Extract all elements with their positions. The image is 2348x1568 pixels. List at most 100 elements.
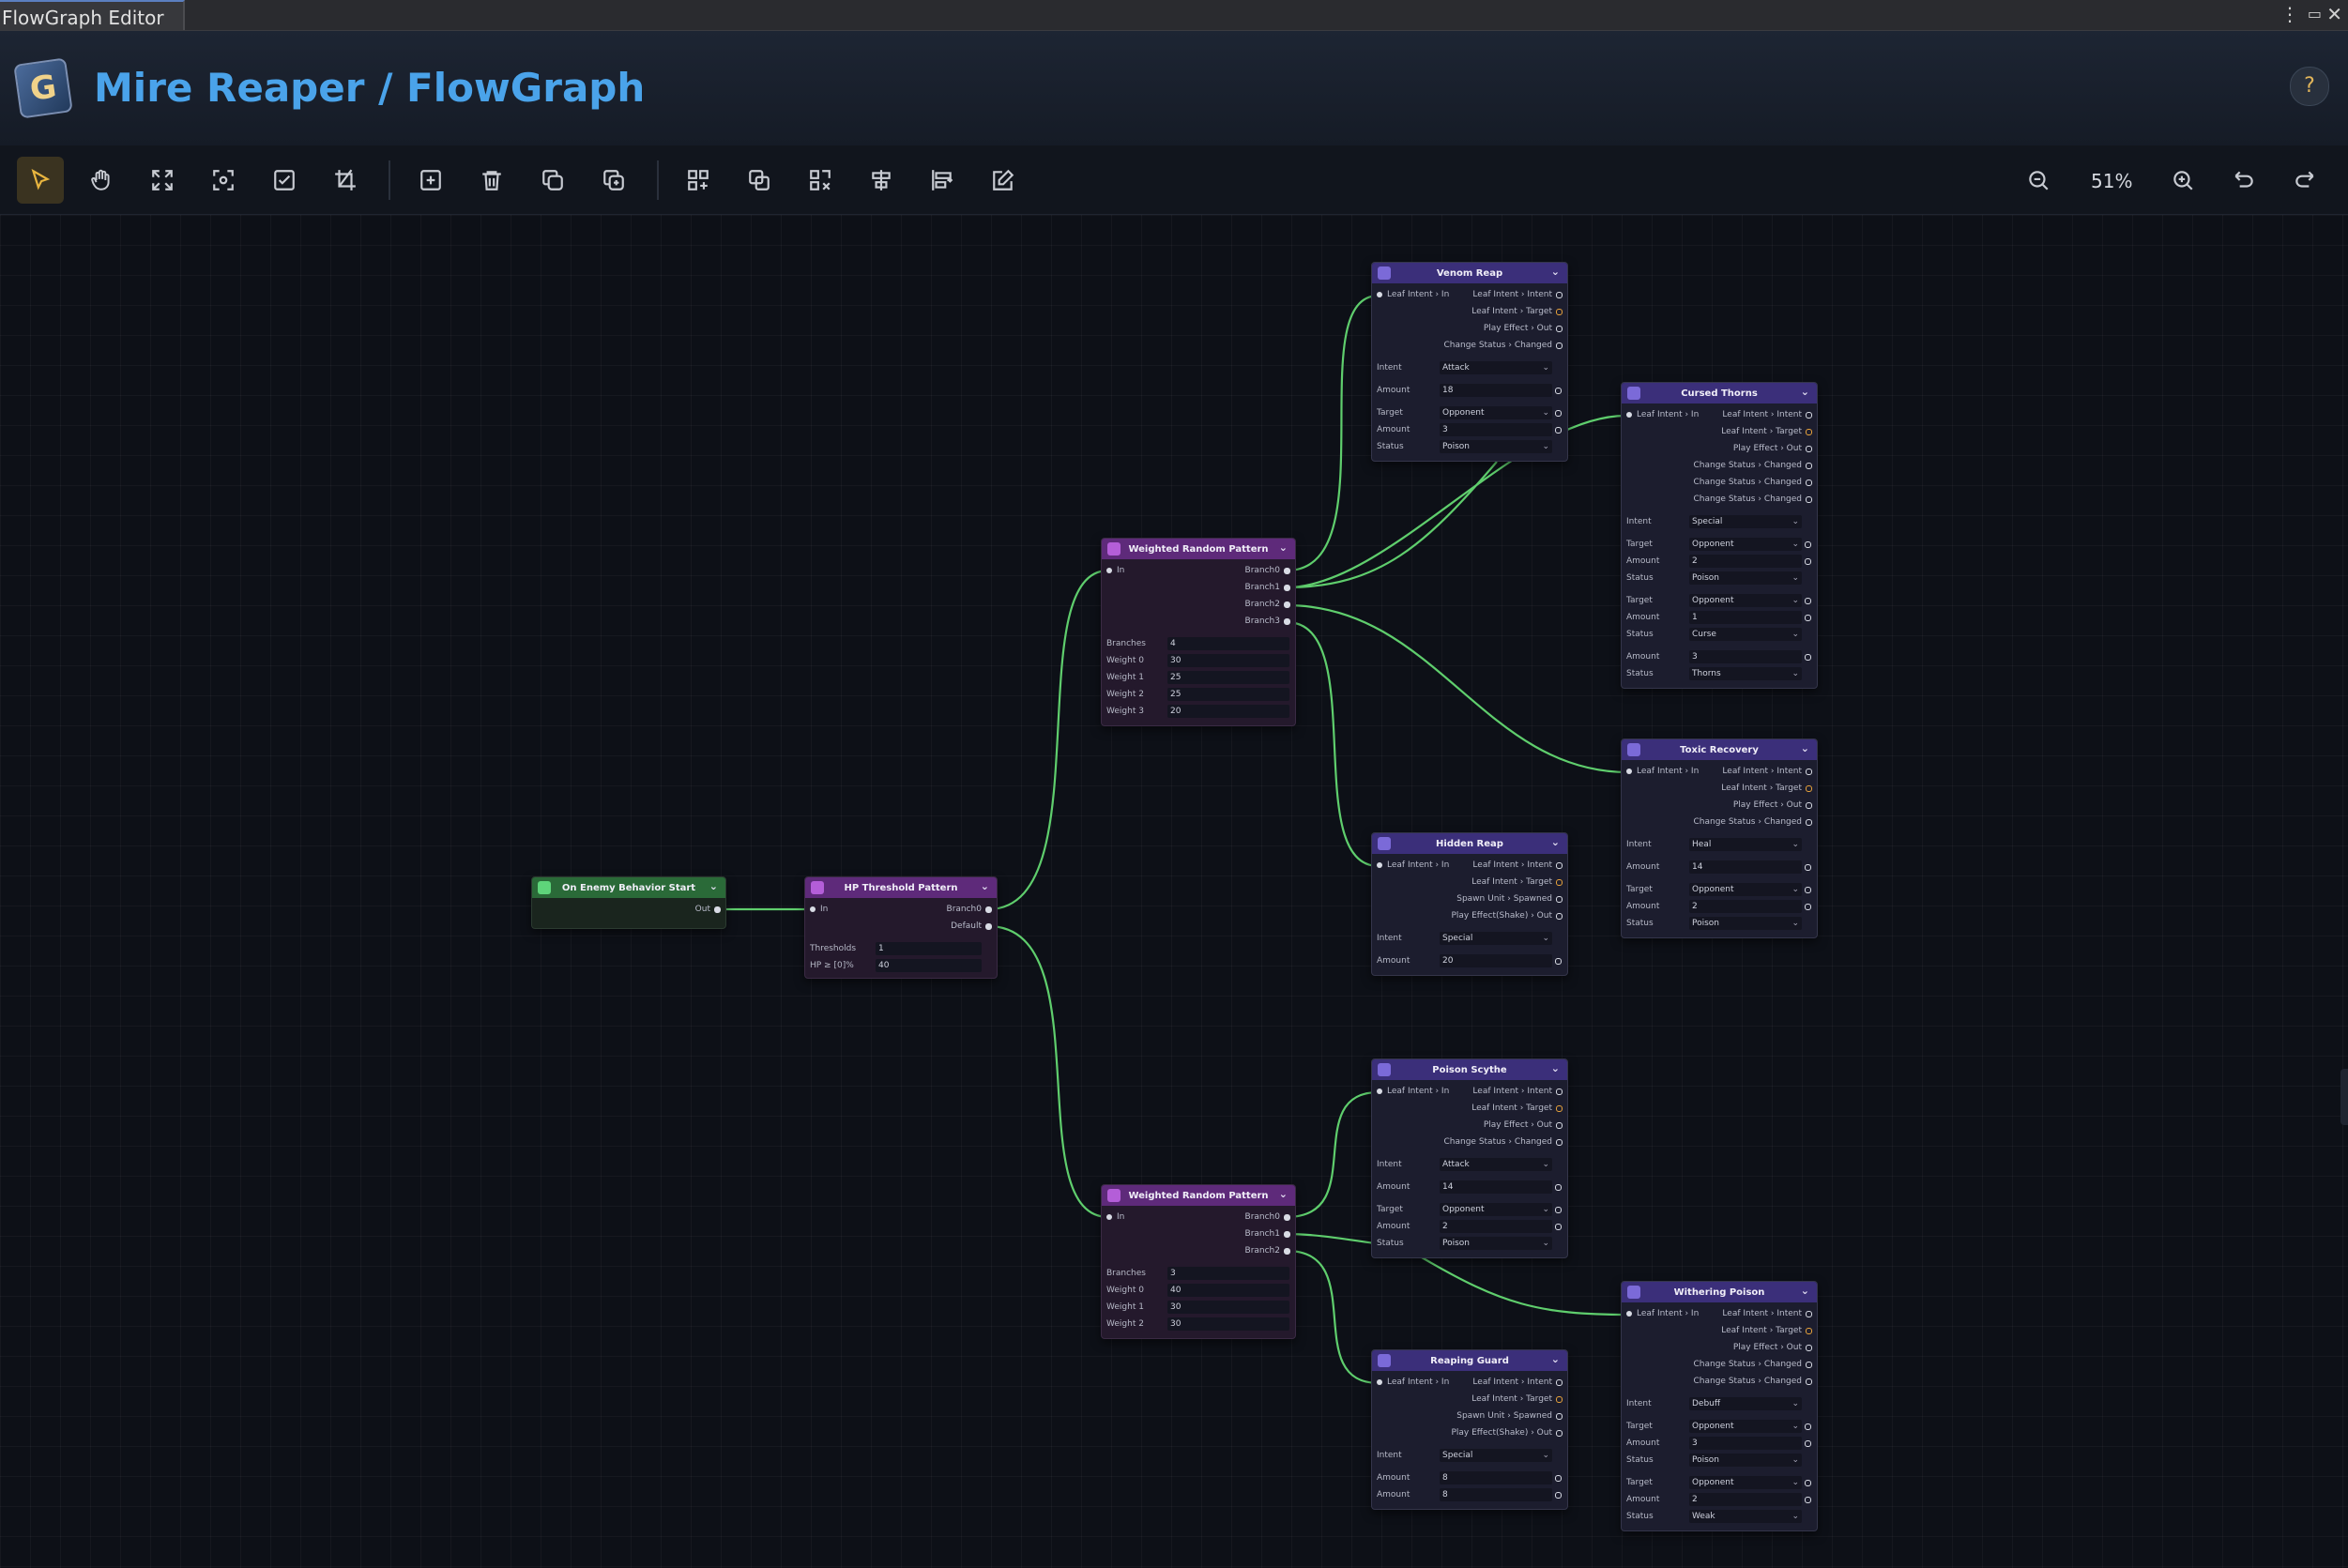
node-header[interactable]: Cursed Thorns ⌄ xyxy=(1622,383,1817,403)
field-pin[interactable] xyxy=(1805,1423,1811,1430)
crop-button[interactable] xyxy=(322,157,369,204)
chevron-down-icon[interactable]: ⌄ xyxy=(1551,1353,1560,1365)
node-header[interactable]: Weighted Random Pattern ⌄ xyxy=(1102,539,1295,559)
output-pin[interactable] xyxy=(1556,292,1563,298)
field-value[interactable]: Opponent ⌄ xyxy=(1689,1476,1802,1489)
redo-button[interactable] xyxy=(2281,157,2328,204)
chevron-down-icon[interactable]: ⌄ xyxy=(1551,1062,1560,1074)
select-all-button[interactable] xyxy=(261,157,308,204)
chevron-down-icon[interactable]: ⌄ xyxy=(1279,1188,1288,1200)
field-value[interactable]: Thorns ⌄ xyxy=(1689,667,1802,680)
maximize-icon[interactable]: ▭ xyxy=(2308,5,2322,23)
field-pin[interactable] xyxy=(1805,1480,1811,1486)
node-header[interactable]: On Enemy Behavior Start ⌄ xyxy=(532,877,725,898)
field-value[interactable]: 40 xyxy=(1167,1284,1289,1297)
field-value[interactable]: 3 xyxy=(1689,650,1802,663)
input-pin[interactable] xyxy=(1377,862,1382,868)
field-value[interactable]: Debuff ⌄ xyxy=(1689,1397,1802,1410)
output-pin[interactable] xyxy=(1806,802,1812,809)
output-pin[interactable] xyxy=(1556,1088,1563,1095)
node-weighted-random-pattern-2[interactable]: Weighted Random Pattern ⌄ In Branch0 Branch1… xyxy=(1101,1184,1296,1339)
edit-button[interactable] xyxy=(980,157,1027,204)
field-value[interactable]: Poison ⌄ xyxy=(1689,917,1802,930)
output-pin[interactable] xyxy=(1556,1139,1563,1146)
select-tool-button[interactable] xyxy=(17,157,64,204)
field-value[interactable]: Special ⌄ xyxy=(1689,515,1802,528)
chevron-down-icon[interactable]: ⌄ xyxy=(1801,742,1809,754)
node-poison-scythe[interactable]: Poison Scythe ⌄ Leaf Intent › In Leaf Inten… xyxy=(1371,1058,1568,1258)
zoom-in-button[interactable] xyxy=(2159,157,2206,204)
field-pin[interactable] xyxy=(1805,904,1811,910)
output-pin[interactable] xyxy=(1556,309,1563,315)
field-value[interactable]: Opponent ⌄ xyxy=(1689,883,1802,896)
output-pin[interactable] xyxy=(1284,1214,1290,1221)
output-pin[interactable] xyxy=(1556,326,1563,332)
delete-button[interactable] xyxy=(468,157,515,204)
output-pin[interactable] xyxy=(1806,1378,1812,1385)
focus-selection-button[interactable] xyxy=(200,157,247,204)
field-value[interactable]: 2 xyxy=(1440,1220,1552,1233)
field-value[interactable]: 2 xyxy=(1689,900,1802,913)
node-header[interactable]: Withering Poison ⌄ xyxy=(1622,1282,1817,1302)
node-toxic-recovery[interactable]: Toxic Recovery ⌄ Leaf Intent › In Leaf Inte… xyxy=(1621,738,1818,938)
chevron-down-icon[interactable]: ⌄ xyxy=(1551,266,1560,278)
input-pin[interactable] xyxy=(1626,412,1632,418)
output-pin[interactable] xyxy=(1806,446,1812,452)
field-value[interactable]: 14 xyxy=(1440,1180,1552,1194)
field-pin[interactable] xyxy=(1805,887,1811,893)
input-pin[interactable] xyxy=(1106,568,1112,573)
output-pin[interactable] xyxy=(1806,819,1812,826)
field-value[interactable]: Opponent ⌄ xyxy=(1689,538,1802,551)
output-pin[interactable] xyxy=(1806,1311,1812,1317)
output-pin[interactable] xyxy=(1806,496,1812,503)
chevron-down-icon[interactable]: ⌄ xyxy=(981,880,989,892)
field-pin[interactable] xyxy=(1555,1224,1562,1230)
chevron-down-icon[interactable]: ⌄ xyxy=(709,880,718,892)
output-pin[interactable] xyxy=(1556,862,1563,869)
node-header[interactable]: Hidden Reap ⌄ xyxy=(1372,833,1567,854)
field-value[interactable]: 3 xyxy=(1689,1437,1802,1450)
output-pin[interactable] xyxy=(1806,1328,1812,1334)
add-node-button[interactable] xyxy=(407,157,454,204)
field-value[interactable]: 25 xyxy=(1167,671,1289,684)
field-pin[interactable] xyxy=(1555,427,1562,434)
input-pin[interactable] xyxy=(1106,1214,1112,1220)
input-pin[interactable] xyxy=(1626,769,1632,774)
output-pin[interactable] xyxy=(1806,429,1812,435)
node-withering-poison[interactable]: Withering Poison ⌄ Leaf Intent › In Leaf In… xyxy=(1621,1281,1818,1531)
output-pin[interactable] xyxy=(985,906,992,913)
output-pin[interactable] xyxy=(1806,463,1812,469)
field-value[interactable]: Special ⌄ xyxy=(1440,1449,1552,1462)
field-pin[interactable] xyxy=(1805,864,1811,871)
field-pin[interactable] xyxy=(1805,541,1811,548)
input-pin[interactable] xyxy=(810,906,816,912)
field-value[interactable]: 3 xyxy=(1167,1267,1289,1280)
field-value[interactable]: Curse ⌄ xyxy=(1689,628,1802,641)
field-pin[interactable] xyxy=(1805,1497,1811,1503)
output-pin[interactable] xyxy=(1806,1345,1812,1351)
merge-button[interactable] xyxy=(736,157,783,204)
field-value[interactable]: 30 xyxy=(1167,1301,1289,1314)
input-pin[interactable] xyxy=(1626,1311,1632,1317)
field-value[interactable]: 1 xyxy=(876,942,982,955)
field-pin[interactable] xyxy=(1555,1475,1562,1482)
distribute-button[interactable] xyxy=(919,157,966,204)
field-pin[interactable] xyxy=(1805,615,1811,621)
field-value[interactable]: 30 xyxy=(1167,1317,1289,1331)
field-value[interactable]: 18 xyxy=(1440,384,1552,397)
output-pin[interactable] xyxy=(1556,1396,1563,1403)
field-value[interactable]: Heal ⌄ xyxy=(1689,838,1802,851)
output-pin[interactable] xyxy=(1806,412,1812,419)
field-value[interactable]: 1 xyxy=(1689,611,1802,624)
ungroup-button[interactable] xyxy=(797,157,844,204)
field-pin[interactable] xyxy=(1805,598,1811,604)
field-value[interactable]: Poison ⌄ xyxy=(1689,1454,1802,1467)
output-pin[interactable] xyxy=(1556,1122,1563,1129)
field-value[interactable]: Opponent ⌄ xyxy=(1440,1203,1552,1216)
output-pin[interactable] xyxy=(1284,1231,1290,1238)
output-pin[interactable] xyxy=(1556,879,1563,886)
field-value[interactable]: 2 xyxy=(1689,1493,1802,1506)
field-value[interactable]: 4 xyxy=(1167,637,1289,650)
input-pin[interactable] xyxy=(1377,1088,1382,1094)
paste-button[interactable] xyxy=(590,157,637,204)
